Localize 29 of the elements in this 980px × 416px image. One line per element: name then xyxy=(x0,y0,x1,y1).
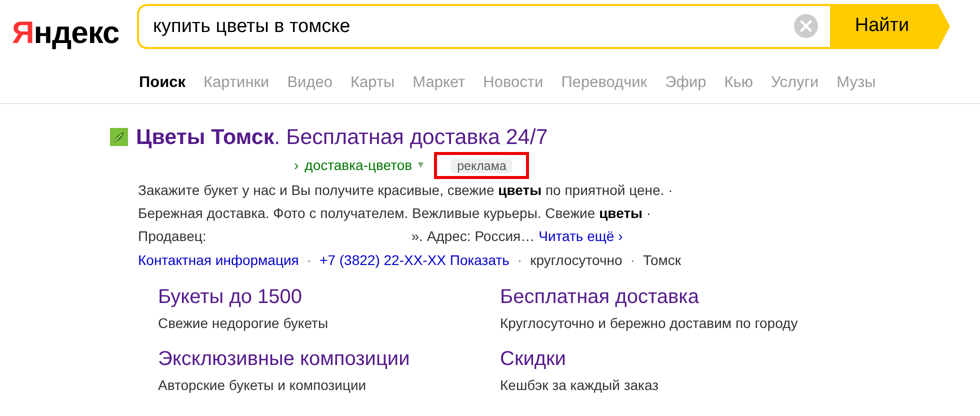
contact-link[interactable]: +7 (3822) 22-XX-XX Показать xyxy=(320,250,510,271)
leaf-icon xyxy=(110,128,128,146)
sitelink[interactable]: Эксклюзивные композиции xyxy=(158,348,410,370)
sitelink-description: Кешбэк за каждый заказ xyxy=(500,376,660,395)
logo[interactable]: Яндекс xyxy=(12,10,137,56)
contact-text: Томск xyxy=(642,251,681,270)
snippet-text: Закажите букет у нас и Вы получите красивые, свежие цветы по приятной цене. · Бережная доставка. Фото с получателем. Вежливые курьеры. Свежие цветы · xyxy=(137,181,674,223)
nav-tab[interactable]: Поиск xyxy=(139,70,186,94)
sitelink[interactable]: Скидки xyxy=(500,348,566,370)
clear-icon[interactable] xyxy=(794,14,818,38)
sitelink[interactable]: Бесплатная доставка xyxy=(500,286,699,308)
contact-text: круглосуточно xyxy=(530,251,622,270)
separator-dot: · xyxy=(517,251,522,270)
sitelink-description: Круглосуточно и бережно доставим по городу xyxy=(500,314,799,333)
url-separator: › xyxy=(294,156,299,175)
search-field[interactable]: купить цветы в томске xyxy=(137,4,830,49)
read-more-link[interactable]: Читать ещё › xyxy=(538,225,623,248)
ad-label: реклама xyxy=(451,159,512,173)
result-title-link[interactable]: Цветы Томск. Бесплатная доставка 24/7 xyxy=(136,124,548,150)
separator-dot: · xyxy=(630,251,635,270)
sitelink-description: Свежие недорогие букеты xyxy=(158,314,330,333)
separator-dot: · xyxy=(306,251,312,270)
button-arrow-icon[interactable] xyxy=(934,4,950,49)
sitelink[interactable]: Букеты до 1500 xyxy=(158,286,302,308)
sitelink-description: Авторские букеты и композиции xyxy=(158,376,368,395)
url-link[interactable]: доставка-цветов xyxy=(304,155,412,176)
address-text: ». Адрес: Россия… xyxy=(411,227,535,246)
seller-label: Продавец: xyxy=(138,227,206,246)
contact-link[interactable]: Контактная информация xyxy=(138,250,299,271)
